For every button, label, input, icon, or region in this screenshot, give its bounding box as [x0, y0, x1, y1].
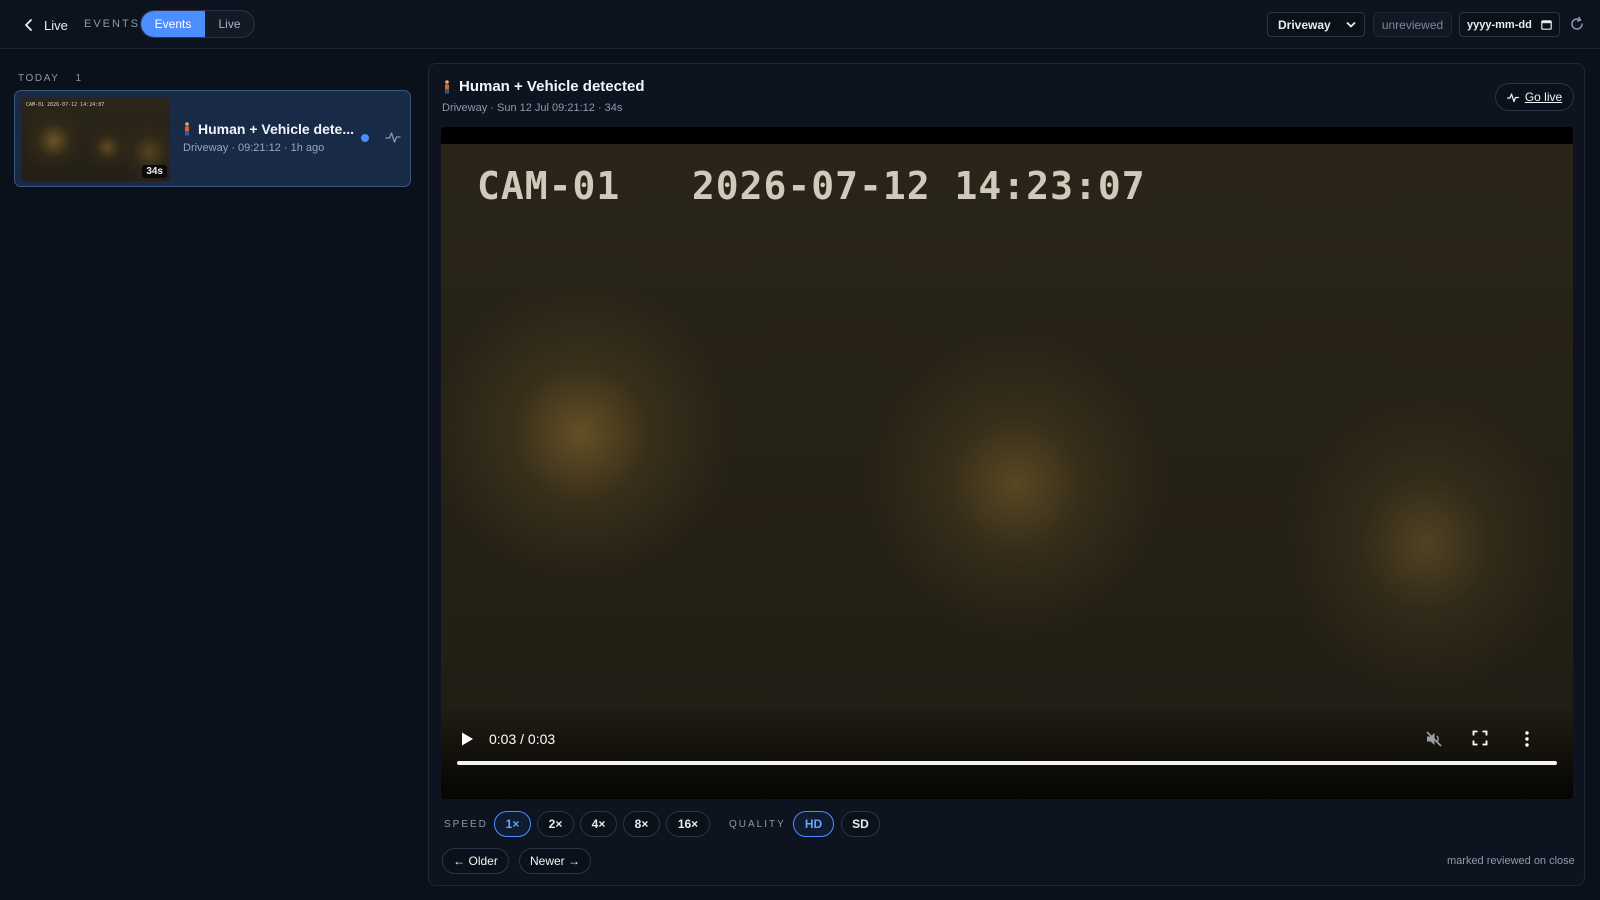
- view-switch: Events Live: [140, 10, 255, 38]
- review-note: marked reviewed on close: [1447, 855, 1575, 867]
- back-label: Live: [44, 17, 68, 33]
- unreviewed-filter[interactable]: unreviewed: [1373, 12, 1452, 37]
- speed-2x-button[interactable]: 2×: [537, 811, 574, 837]
- quality-label: QUALITY: [729, 819, 786, 830]
- video-osd-text: CAM-01 2026-07-12 14:23:07: [477, 164, 1146, 208]
- chevron-left-icon: [25, 19, 32, 31]
- more-vertical-icon[interactable]: [1519, 730, 1535, 748]
- quality-sd-button[interactable]: SD: [841, 811, 880, 837]
- back-to-live-button[interactable]: Live: [22, 13, 68, 37]
- chevron-down-icon: [1346, 22, 1356, 28]
- fullscreen-icon[interactable]: [1472, 730, 1488, 746]
- player-title: Human + Vehicle detected: [459, 78, 645, 95]
- event-title: Human + Vehicle dete...: [183, 121, 354, 137]
- duration-badge: 34s: [142, 165, 167, 178]
- speed-label: SPEED: [444, 819, 488, 830]
- newer-button[interactable]: Newer →: [519, 848, 591, 874]
- video-progress-bar[interactable]: [457, 761, 1557, 765]
- group-count: 1: [75, 73, 83, 84]
- go-live-label: Go live: [1524, 90, 1563, 104]
- section-label: EVENTS: [84, 18, 141, 30]
- video-time: 0:03 / 0:03: [489, 731, 556, 747]
- refresh-icon[interactable]: [1569, 16, 1585, 32]
- event-thumbnail: CAM-01 2026-07-12 14:24:07 34s: [21, 97, 170, 181]
- tab-live[interactable]: Live: [205, 11, 254, 37]
- tab-events[interactable]: Events: [141, 11, 205, 37]
- thumbnail-osd-text: CAM-01 2026-07-12 14:24:07: [26, 102, 105, 108]
- speed-4x-button[interactable]: 4×: [580, 811, 617, 837]
- video-player[interactable]: CAM-01 2026-07-12 14:23:07 0:03 / 0:03: [441, 127, 1573, 799]
- camera-select[interactable]: Driveway: [1267, 12, 1365, 37]
- person-icon: [185, 122, 189, 136]
- date-input-placeholder: yyyy-mm-dd: [1467, 18, 1532, 31]
- person-icon: [445, 79, 449, 93]
- event-list-item[interactable]: CAM-01 2026-07-12 14:24:07 34s Human + V…: [14, 90, 411, 187]
- date-input[interactable]: yyyy-mm-dd: [1459, 12, 1560, 37]
- play-icon[interactable]: [459, 731, 475, 747]
- speed-8x-button[interactable]: 8×: [623, 811, 660, 837]
- calendar-icon: [1541, 20, 1552, 30]
- group-label: TODAY: [18, 73, 60, 84]
- camera-select-value: Driveway: [1278, 17, 1331, 32]
- event-player-panel: Human + Vehicle detected Driveway · Sun …: [428, 63, 1585, 886]
- video-frame: [441, 144, 1573, 799]
- controls-gradient: [441, 704, 1573, 799]
- unread-dot: [361, 134, 369, 142]
- activity-icon[interactable]: [385, 130, 401, 144]
- event-meta: Driveway · 09:21:12 · 1h ago: [183, 142, 325, 154]
- older-button[interactable]: ← Older: [442, 848, 509, 874]
- event-header-title: Human + Vehicle detected: [443, 78, 645, 95]
- top-bar: Live EVENTS Events Live Driveway unrevie…: [0, 0, 1600, 49]
- speed-1x-button[interactable]: 1×: [494, 811, 531, 837]
- event-title-text: Human + Vehicle dete...: [198, 121, 355, 137]
- player-subtitle: Driveway · Sun 12 Jul 09:21:12 · 34s: [442, 102, 623, 114]
- group-header-today: TODAY 1: [18, 73, 83, 84]
- speed-16x-button[interactable]: 16×: [666, 811, 710, 837]
- muted-volume-icon[interactable]: [1425, 730, 1443, 748]
- go-live-button[interactable]: Go live: [1495, 83, 1574, 111]
- activity-icon: [1506, 92, 1519, 102]
- quality-hd-button[interactable]: HD: [793, 811, 834, 837]
